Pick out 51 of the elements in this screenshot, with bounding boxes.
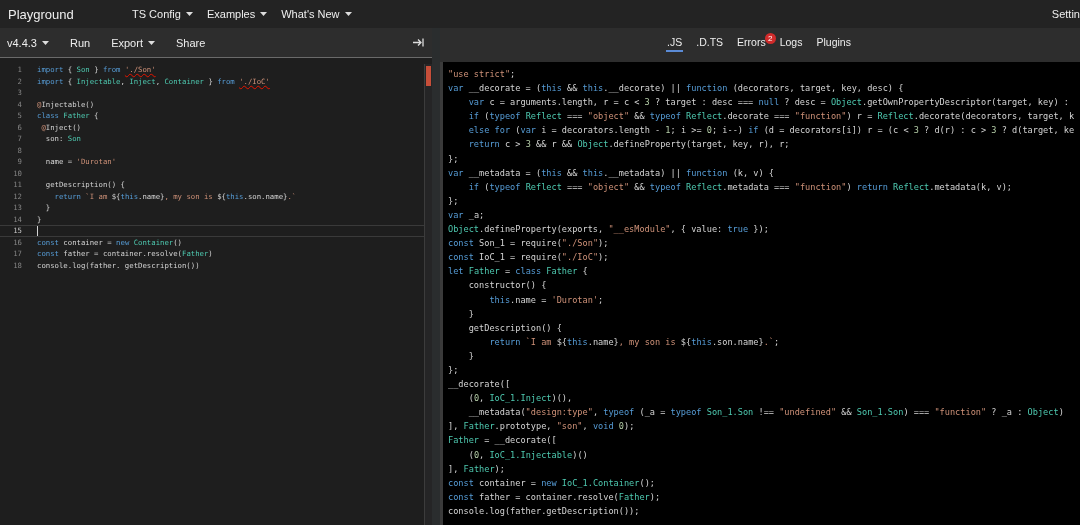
code-line: }; bbox=[448, 363, 459, 377]
tab[interactable]: .D.TS bbox=[695, 34, 725, 52]
tab[interactable]: Logs bbox=[778, 34, 804, 52]
code-line: var __metadata = (this && this.__metadata) || function (k, v) { bbox=[448, 166, 775, 180]
settings-link[interactable]: Settin bbox=[1051, 8, 1080, 20]
code-line: const IoC_1 = require("./IoC"); bbox=[448, 251, 609, 265]
menu-button[interactable]: TS Config bbox=[132, 8, 193, 20]
code-line: }; bbox=[448, 152, 459, 166]
toolbar-button[interactable]: Run bbox=[69, 36, 91, 49]
code-line: var c = arguments.length, r = c < 3 ? target : desc === null ? desc = Object.getOwnPropertyDescriptor(target, key) : bbox=[467, 96, 1069, 110]
toolbar-button[interactable]: Share bbox=[175, 36, 206, 49]
toolbar-button[interactable]: Export bbox=[111, 36, 155, 49]
code-line: var __decorate = (this && this.__decorate) || function (decorators, target, key, desc) { bbox=[448, 82, 904, 96]
code-line: const container = new IoC_1.Container(); bbox=[448, 476, 655, 490]
error-count-badge: 2 bbox=[764, 33, 776, 44]
code-line: const Son_1 = require("./Son"); bbox=[448, 237, 609, 251]
code-line: return c > 3 && r && Object.defineProperty(target, key, r), r; bbox=[467, 138, 790, 152]
code-line: } bbox=[467, 349, 474, 363]
tab[interactable]: Errors bbox=[736, 34, 767, 52]
code-line: getDescription() { bbox=[467, 321, 562, 335]
tab[interactable]: Plugins bbox=[815, 34, 852, 52]
menu-button[interactable]: Examples bbox=[206, 8, 268, 20]
code-line: this.name = 'Durotan'; bbox=[488, 293, 604, 307]
code-line: Father = __decorate([ bbox=[448, 434, 557, 448]
code-line: } bbox=[467, 307, 474, 321]
code-line: let Father = class Father { bbox=[448, 265, 588, 279]
code-line: }; bbox=[448, 194, 459, 208]
code-line: const father = container.resolve(Father); bbox=[448, 490, 661, 504]
code-line: if (typeof Reflect === "object" && typeof Reflect.metadata === "function") return Reflect.metadata(k, v); bbox=[467, 180, 1013, 194]
code-line: constructor() { bbox=[467, 279, 547, 293]
code-line: if (typeof Reflect === "object" && typeof Reflect.decorate === "function") r = Reflect.decorate(decorators, target, k bbox=[467, 110, 1075, 124]
code-line: Object.defineProperty(exports, "__esModule", { value: true }); bbox=[448, 223, 769, 237]
menu-button[interactable]: What's New bbox=[281, 8, 352, 20]
collapse-icon[interactable] bbox=[413, 38, 424, 47]
code-line: ], Father); bbox=[448, 462, 505, 476]
code-line: console.log(father.getDescription()); bbox=[448, 504, 640, 518]
code-line: __metadata("design:type", typeof (_a = typeof Son_1.Son !== "undefined" && Son_1.Son) === "function" ? _a : Object) bbox=[467, 406, 1064, 420]
toolbar-button[interactable]: v4.4.3 bbox=[7, 36, 49, 49]
tab[interactable]: .JS bbox=[666, 34, 684, 52]
code-line: var _a; bbox=[448, 208, 485, 222]
code-line: ], Father.prototype, "son", void 0); bbox=[448, 420, 635, 434]
app-title: Playground bbox=[8, 6, 75, 22]
code-line: __decorate([ bbox=[448, 378, 511, 392]
code-line: (0, IoC_1.Injectable)() bbox=[467, 448, 588, 462]
code-line: (0, IoC_1.Inject)(), bbox=[467, 392, 573, 406]
error-marker bbox=[426, 66, 431, 86]
scrollbar[interactable] bbox=[424, 64, 432, 525]
code-line: return `I am ${this.name}, my son is ${this.son.name}.`; bbox=[488, 335, 780, 349]
text-cursor bbox=[37, 225, 38, 236]
code-line: else for (var i = decorators.length - 1; i >= 0; i--) if (d = decorators[i]) r = (c < 3 ? d(r) : c > 3 ? d(target, ke bbox=[467, 124, 1075, 138]
code-line: "use strict"; bbox=[448, 68, 516, 81]
